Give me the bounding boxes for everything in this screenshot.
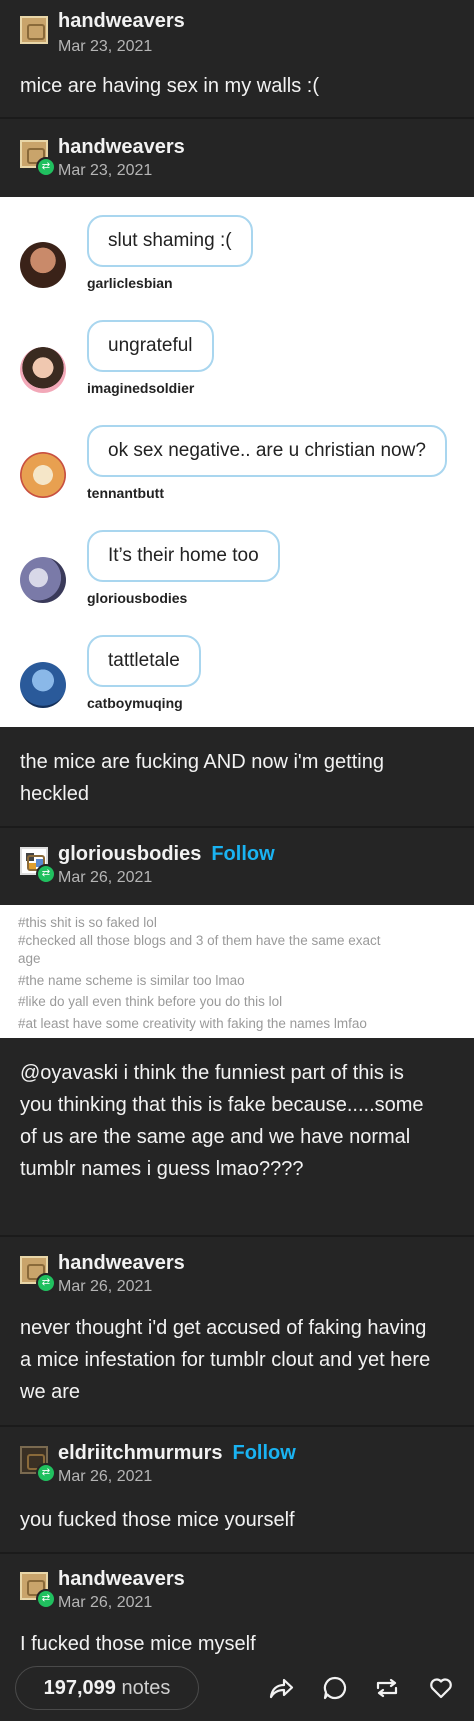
like-icon[interactable] (428, 1675, 454, 1701)
avatar (20, 662, 66, 708)
tag-list: #this shit is so faked lol #checked all … (0, 905, 474, 1038)
username-link[interactable]: gloriousbodies (58, 843, 201, 865)
tag[interactable]: #the name scheme is similar too lmao (18, 972, 245, 990)
reblog-icon[interactable] (374, 1675, 400, 1701)
post-date: Mar 26, 2021 (58, 1278, 153, 1295)
chat-message: slut shaming :( garliclesbian (0, 206, 474, 311)
username: gloriousbodies Follow (58, 843, 275, 866)
notes-count: 197,099 (43, 1677, 116, 1699)
chat-username: imaginedsoldier (87, 380, 195, 396)
post-text: @oyavaski i think the funniest part of t… (20, 1062, 424, 1180)
divider (0, 826, 474, 828)
chat-message: ungrateful imaginedsoldier (0, 311, 474, 416)
reblog-badge-icon: ⇄ (36, 157, 56, 177)
chat-bubble: ungrateful (87, 320, 214, 372)
divider (0, 117, 474, 119)
chat-bubble: ok sex negative.. are u christian now? (87, 425, 447, 477)
post-text: never thought i'd get accused of faking … (20, 1317, 431, 1403)
avatar (20, 452, 66, 498)
follow-button[interactable]: Follow (232, 1442, 295, 1464)
username[interactable]: handweavers (58, 1568, 185, 1591)
divider (0, 1552, 474, 1554)
reply-icon[interactable] (322, 1675, 348, 1701)
post-text: mice are having sex in my walls :( (20, 75, 319, 97)
post-date: Mar 23, 2021 (58, 38, 153, 55)
chat-username: catboymuqing (87, 695, 183, 711)
follow-button[interactable]: Follow (211, 843, 274, 865)
chat-bubble: slut shaming :( (87, 215, 253, 267)
reblog-badge-icon: ⇄ (36, 1589, 56, 1609)
username[interactable]: handweavers (58, 136, 185, 159)
post-text: you fucked those mice yourself (20, 1509, 295, 1531)
post-text: I fucked those mice myself (20, 1633, 256, 1655)
reblog-badge-icon: ⇄ (36, 1463, 56, 1483)
chat-message: It’s their home too gloriousbodies (0, 521, 474, 626)
chat-message: tattletale catboymuqing (0, 626, 474, 731)
chat-username: garliclesbian (87, 275, 173, 291)
chat-username: gloriousbodies (87, 590, 188, 606)
chat-screenshot: slut shaming :( garliclesbian ungrateful… (0, 197, 474, 727)
post-date: Mar 26, 2021 (58, 1594, 153, 1611)
chat-bubble: It’s their home too (87, 530, 280, 582)
avatar (20, 347, 66, 393)
username[interactable]: handweavers (58, 10, 185, 33)
chat-username: tennantbutt (87, 485, 164, 501)
reblog-badge-icon: ⇄ (36, 1273, 56, 1293)
post-date: Mar 23, 2021 (58, 162, 153, 179)
avatar[interactable] (20, 16, 48, 44)
tag[interactable]: #like do yall even think before you do t… (18, 993, 282, 1011)
notes-count-button[interactable]: 197,099 notes (15, 1666, 199, 1710)
reblog-badge-icon: ⇄ (36, 864, 56, 884)
share-icon[interactable] (268, 1675, 294, 1701)
notes-label: notes (121, 1677, 171, 1699)
tag[interactable]: #checked all those blogs and 3 of them h… (18, 932, 380, 950)
chat-bubble: tattletale (87, 635, 201, 687)
username: eldriitchmurmurs Follow (58, 1442, 296, 1465)
divider (0, 1425, 474, 1427)
username[interactable]: handweavers (58, 1252, 185, 1275)
divider (0, 1235, 474, 1237)
tag[interactable]: #this shit is so faked lol (18, 914, 157, 932)
avatar (20, 557, 66, 603)
tag[interactable]: #at least have some creativity with faki… (18, 1015, 367, 1033)
post-date: Mar 26, 2021 (58, 869, 153, 886)
username-link[interactable]: eldriitchmurmurs (58, 1442, 222, 1464)
post-date: Mar 26, 2021 (58, 1468, 153, 1485)
chat-message: ok sex negative.. are u christian now? t… (0, 416, 474, 521)
avatar (20, 242, 66, 288)
tag[interactable]: age (18, 950, 41, 968)
post-text: the mice are fucking AND now i'm getting… (20, 751, 384, 805)
